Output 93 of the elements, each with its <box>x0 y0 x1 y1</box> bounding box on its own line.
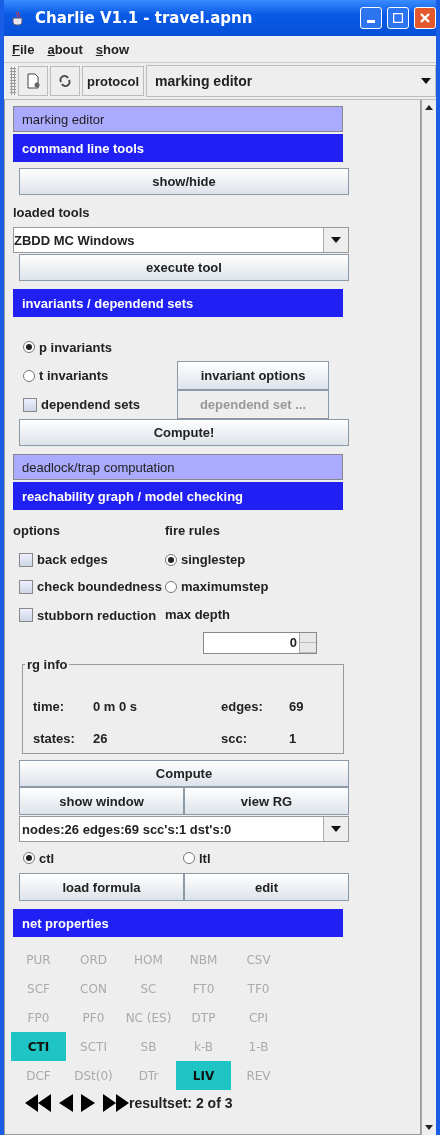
options-label: options <box>13 522 61 540</box>
property-cell-text: TF0 <box>246 980 271 998</box>
property-cell-text: FT0 <box>191 980 216 998</box>
new-file-button[interactable] <box>18 66 48 96</box>
protocol-button[interactable]: protocol <box>82 66 144 96</box>
close-button[interactable] <box>414 7 436 29</box>
scrollbar[interactable] <box>421 100 436 1135</box>
radio-option[interactable]: maximumstep <box>165 579 345 594</box>
radio-option[interactable]: p invariants <box>23 339 112 355</box>
window-title: Charlie V1.1 - travel.apnn <box>35 9 254 27</box>
info-label: time: <box>33 699 66 714</box>
coffee-cup-icon <box>10 10 26 26</box>
show-window-button[interactable]: show window <box>19 787 184 815</box>
dropdown-arrow-icon <box>331 237 341 243</box>
property-cell: CTI <box>11 1032 66 1061</box>
property-cell-text: CSV <box>245 951 272 969</box>
minimize-button[interactable] <box>360 7 382 29</box>
property-cell-text: NBM <box>188 951 219 969</box>
info-value: 1 <box>289 731 298 746</box>
section-header[interactable]: command line tools <box>13 134 343 162</box>
refresh-button[interactable] <box>50 66 80 96</box>
dropdown-arrow-icon <box>331 826 341 832</box>
property-cell-text: PUR <box>25 951 52 969</box>
property-cell-text: SCF <box>26 980 51 998</box>
toolbar-grip[interactable] <box>10 67 16 95</box>
compute-button[interactable]: Compute! <box>19 419 349 446</box>
property-cell-text: DTr <box>137 1067 160 1085</box>
invariant-options-button[interactable]: invariant options <box>177 361 329 390</box>
info-label: scc: <box>221 731 249 746</box>
execute-tool-button[interactable]: execute tool <box>19 254 349 281</box>
refresh-icon <box>57 73 73 89</box>
checkbox-option[interactable]: dependend sets <box>23 397 140 412</box>
maximize-button[interactable] <box>387 7 409 29</box>
property-cell-text: SCTI <box>79 1038 108 1056</box>
edit-button[interactable]: edit <box>184 873 349 901</box>
section-header[interactable]: deadlock/trap computation <box>13 454 343 480</box>
property-cell-text: CPI <box>247 1009 270 1027</box>
minimize-icon <box>367 20 375 23</box>
radio-option[interactable]: ltl <box>183 850 343 866</box>
next-icon[interactable] <box>81 1094 95 1112</box>
dropdown-arrow-icon <box>421 78 431 84</box>
property-cell-text: PF0 <box>81 1009 106 1027</box>
property-cell: LIV <box>176 1061 231 1090</box>
property-cell-text: CON <box>79 980 108 998</box>
property-cell-text: k-B <box>192 1038 215 1056</box>
info-value: 26 <box>93 731 109 746</box>
last-icon[interactable] <box>103 1094 129 1112</box>
compute-button[interactable]: Compute <box>19 760 349 787</box>
property-cell-text: DSt(0) <box>73 1067 114 1085</box>
menu-item[interactable]: File <box>12 41 35 57</box>
checkbox-option[interactable]: back edges <box>19 552 165 567</box>
editor-select[interactable]: marking editor <box>146 65 436 97</box>
first-icon[interactable] <box>25 1094 51 1112</box>
section-header[interactable]: net properties <box>13 909 343 937</box>
show-hide-button[interactable]: show/hide <box>19 168 349 195</box>
property-cell-text: DCF <box>25 1067 52 1085</box>
view-rg-button[interactable]: view RG <box>184 787 349 815</box>
section-header[interactable]: reachability graph / model checking <box>13 482 343 510</box>
maximize-icon <box>393 13 403 23</box>
property-cell-text: DTP <box>190 1009 217 1027</box>
loaded-tools-label: loaded tools <box>13 205 91 220</box>
property-cell-text: SC <box>139 980 158 998</box>
checkbox-option[interactable]: stubborn reduction <box>19 607 165 623</box>
max-depth-label: max depth <box>165 606 231 624</box>
property-cell-text: 1-B <box>247 1038 270 1056</box>
section-header[interactable]: marking editor <box>13 106 343 132</box>
info-label: states: <box>33 731 76 746</box>
resultset-label: resultset: 2 of 3 <box>129 1095 233 1111</box>
checkbox-option[interactable]: check boundedness <box>19 579 165 594</box>
menu-item[interactable]: show <box>95 41 130 57</box>
property-cell-text: ORD <box>79 951 108 969</box>
info-value: 0 m 0 s <box>93 699 139 714</box>
radio-option[interactable]: t invariants <box>23 368 109 383</box>
info-value: 69 <box>289 699 305 714</box>
close-icon <box>419 12 431 24</box>
property-cell-text: HOM <box>133 951 164 969</box>
property-cell-text: NC (ES) <box>124 1009 173 1027</box>
max-depth-spinner[interactable]: 0 <box>203 632 317 654</box>
load-formula-button[interactable]: load formula <box>19 873 184 901</box>
group-title: rg info <box>25 657 70 673</box>
menu-item[interactable]: about <box>47 41 83 57</box>
fire-rules-label: fire rules <box>165 522 221 540</box>
property-cell-text: REV <box>245 1067 272 1085</box>
document-icon <box>25 73 41 89</box>
previous-icon[interactable] <box>59 1094 73 1112</box>
radio-option[interactable]: ctl <box>23 850 183 866</box>
result-select[interactable]: nodes:26 edges:69 scc's:1 dst's:0 <box>19 816 349 842</box>
section-header[interactable]: invariants / dependend sets <box>13 289 343 317</box>
property-cell-text: SB <box>139 1038 158 1056</box>
radio-option[interactable]: singlestep <box>165 552 345 567</box>
tool-select[interactable]: ZBDD MC Windows <box>13 227 349 253</box>
property-cell-text: FP0 <box>26 1009 51 1027</box>
info-label: edges: <box>221 699 264 714</box>
